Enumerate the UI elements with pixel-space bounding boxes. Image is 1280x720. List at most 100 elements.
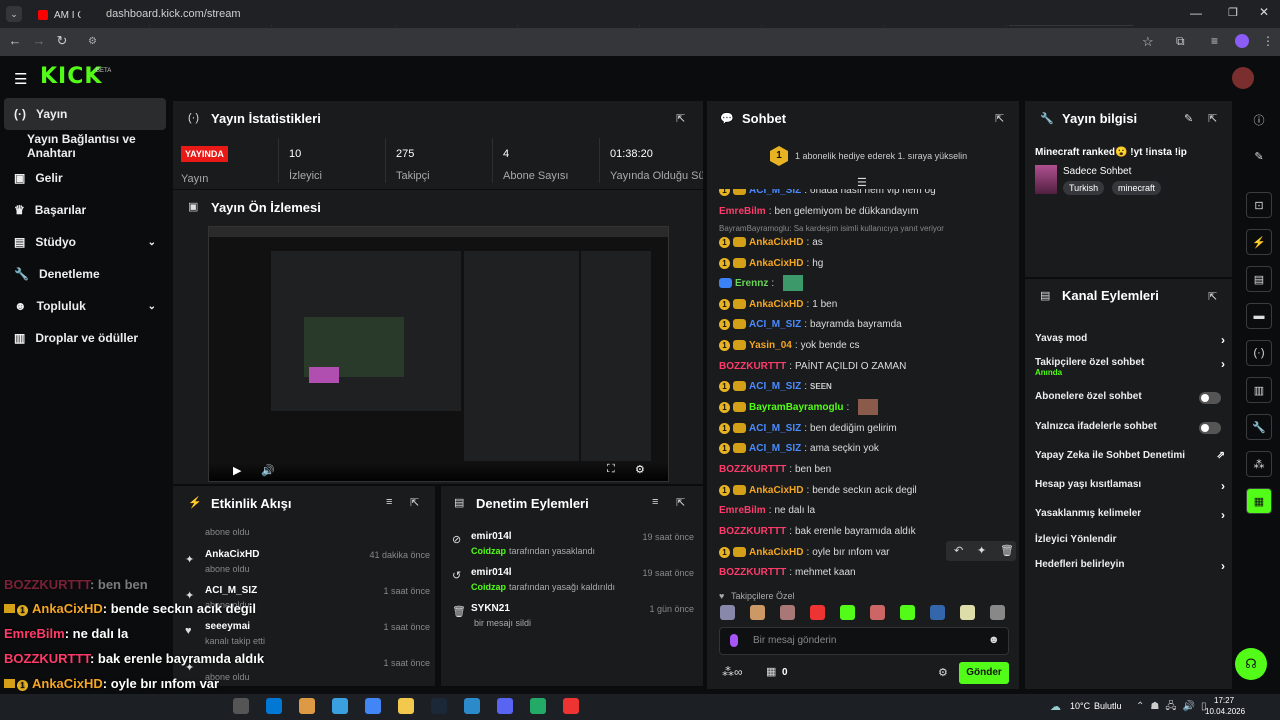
taskbar-app-icon[interactable] (365, 698, 381, 714)
chat-message[interactable]: 1 ACI_M_SIZ: ben dediğim gelirim (719, 419, 1009, 437)
chat-username[interactable]: BOZZKURTTT (719, 567, 786, 578)
sidebar-item-gelir[interactable]: ▣ Gelir (4, 162, 166, 194)
chat-username[interactable]: EmreBilm (719, 505, 766, 516)
chat-message[interactable]: BOZZKURTTT: ben ben (719, 460, 1009, 478)
taskbar-app-icon[interactable] (299, 698, 315, 714)
chat-username[interactable]: BOZZKURTTT (719, 361, 786, 372)
tray-icons[interactable]: ⌃☗🖧🔊▯ (1136, 699, 1212, 716)
trash-icon[interactable]: 🗑 (1000, 544, 1014, 557)
chat-username[interactable]: ACI_M_SIZ (749, 319, 801, 330)
focus-icon[interactable]: ⊡ (1246, 192, 1272, 218)
edit-icon[interactable]: ✎ (1246, 143, 1272, 169)
chat-input[interactable]: Bir mesaj gönderin ☻ (719, 627, 1009, 655)
chat-message[interactable]: BOZZKURTTT: bak erenle bayramıda aldık (719, 522, 1009, 540)
filter-icon[interactable]: ≡ (652, 496, 658, 508)
channel-action-0[interactable]: Yavaş mod › (1035, 333, 1225, 349)
channel-action-7[interactable]: İzleyici Yönlendir (1035, 534, 1225, 550)
popout-icon[interactable]: ⇱ (676, 112, 685, 125)
back-icon[interactable]: ← (6, 33, 24, 48)
sidebar-item-droplar[interactable]: ▥ Droplar ve ödüller (4, 322, 166, 354)
url-field[interactable]: dashboard.kick.com/stream (80, 3, 1165, 25)
taskbar-app-icon[interactable] (233, 698, 249, 714)
chat-username[interactable]: AnkaCixHD (749, 485, 803, 496)
chat-message[interactable]: EmreBilm: ne dalı la (719, 501, 1009, 519)
chat-message[interactable]: Erennz: (719, 274, 1009, 292)
popout-icon[interactable]: ⇱ (995, 112, 1004, 125)
taskbar-app-icon[interactable] (398, 698, 414, 714)
chat-username[interactable]: AnkaCixHD (749, 258, 803, 269)
popout-icon[interactable]: ⇱ (1208, 290, 1217, 303)
broadcast-icon[interactable]: (·) (1246, 340, 1272, 366)
popout-icon[interactable]: ⇱ (410, 496, 419, 509)
chat-message[interactable]: 1 Yasin_04: yok bende cs (719, 336, 1009, 354)
infinity-icon[interactable]: ⁂∞ (722, 665, 743, 679)
toggle-switch[interactable] (1199, 392, 1221, 404)
extensions-icon[interactable]: ⧉ (1176, 34, 1185, 49)
layout-icon[interactable]: ▥ (1246, 377, 1272, 403)
popout-icon[interactable]: ⇱ (1208, 112, 1217, 125)
chat-message[interactable]: 1 ACI_M_SIZ: bayramda bayramda (719, 315, 1009, 333)
taskbar-app-icon[interactable] (563, 698, 579, 714)
emote-button[interactable] (750, 605, 765, 620)
taskbar-app-icon[interactable] (464, 698, 480, 714)
mods-icon[interactable]: ⁂ (1246, 451, 1272, 477)
emote-button[interactable] (960, 605, 975, 620)
wrench-icon[interactable]: 🔧 (1246, 414, 1272, 440)
chat-message[interactable]: BOZZKURTTT: mehmet kaan (719, 563, 1009, 581)
close-window-button[interactable]: ✕ (1259, 5, 1269, 19)
chat-settings-icon[interactable]: ⚙ (938, 666, 948, 679)
chat-username[interactable]: EmreBilm (719, 206, 766, 217)
channel-action-1[interactable]: Takipçilere özel sohbet Anında › (1035, 357, 1225, 377)
sidebar-item-stream-key[interactable]: Yayın Bağlantısı ve Anahtarı (4, 130, 166, 162)
channel-action-2[interactable]: Abonelere özel sohbet (1035, 391, 1225, 407)
filter-icon[interactable]: ≡ (386, 496, 392, 508)
chat-username[interactable]: Yasin_04 (749, 340, 792, 351)
chat-username[interactable]: AnkaCixHD (749, 547, 803, 558)
tag-minecraft[interactable]: minecraft (1112, 181, 1162, 195)
taskbar-app-icon[interactable] (332, 698, 348, 714)
chat-message[interactable]: 1 ACI_M_SIZ: ama seçkin yok (719, 439, 1009, 457)
emote-button[interactable] (810, 605, 825, 620)
profile-icon[interactable] (1235, 34, 1249, 48)
chat-message[interactable]: 1 AnkaCixHD:1 ben (719, 295, 1009, 313)
browser-menu-icon[interactable]: ⋮ (1262, 34, 1274, 48)
chat-message[interactable]: 1 AnkaCixHD: bende seckın acık degil (719, 481, 1009, 499)
send-button[interactable]: Gönder (959, 662, 1009, 684)
popout-icon[interactable]: ⇱ (676, 496, 685, 509)
taskbar-app-icon[interactable] (431, 698, 447, 714)
emoji-icon[interactable]: ☻ (988, 634, 1000, 646)
chat-message[interactable]: 1 ACI_M_SIZ: SEEN (719, 377, 1009, 395)
sidebar-item-yayin[interactable]: (·) Yayın (4, 98, 166, 130)
chat-username[interactable]: Erennz (735, 278, 768, 289)
chat-message[interactable]: BOZZKURTTT: PAİNT AÇILDI O ZAMAN (719, 357, 1009, 375)
taskbar-app-icon[interactable] (497, 698, 513, 714)
emote-button[interactable] (720, 605, 735, 620)
taskbar-app-icon[interactable] (266, 698, 282, 714)
user-avatar[interactable] (1232, 67, 1254, 89)
channel-action-4[interactable]: Yapay Zeka ile Sohbet Denetimi ⇗ (1035, 450, 1225, 466)
support-chat-button[interactable]: ☊ (1235, 648, 1267, 680)
chat-username[interactable]: AnkaCixHD (749, 237, 803, 248)
tab-search-button[interactable]: ⌄ (6, 6, 22, 22)
toggle-switch[interactable] (1199, 422, 1221, 434)
fullscreen-icon[interactable]: ⛶ (607, 463, 615, 476)
chat-username[interactable]: ACI_M_SIZ (749, 423, 801, 434)
chat-message[interactable]: 1 AnkaCixHD: as (719, 233, 1009, 251)
emote-button[interactable] (900, 605, 915, 620)
chat-username[interactable]: BOZZKURTTT (719, 464, 786, 475)
info-icon[interactable]: ⓘ (1246, 107, 1272, 133)
taskbar-app-icon[interactable] (530, 698, 546, 714)
stream-preview-video[interactable]: ▶ 🔊 ⛶ ⚙ (208, 226, 669, 482)
pinned-toggle-icon[interactable]: ☰ (857, 176, 867, 189)
edit-icon[interactable]: ✎ (1184, 112, 1193, 125)
channel-action-5[interactable]: Hesap yaşı kısıtlaması › (1035, 479, 1225, 495)
sidebar-item-studyo[interactable]: ▤ Stüdyo ⌄ (4, 226, 166, 258)
chat-message[interactable]: EmreBilm: ben gelemiyom be dükkandayım (719, 202, 1009, 220)
pin-icon[interactable]: ✦ (977, 544, 986, 557)
emote-button[interactable] (840, 605, 855, 620)
reload-icon[interactable]: ↻ (53, 33, 71, 49)
channel-action-8[interactable]: Hedefleri belirleyin › (1035, 559, 1225, 575)
store-icon[interactable]: ▦ (766, 665, 776, 678)
emote-button[interactable] (870, 605, 885, 620)
sidebar-item-topluluk[interactable]: ☻ Topluluk ⌄ (4, 290, 166, 322)
